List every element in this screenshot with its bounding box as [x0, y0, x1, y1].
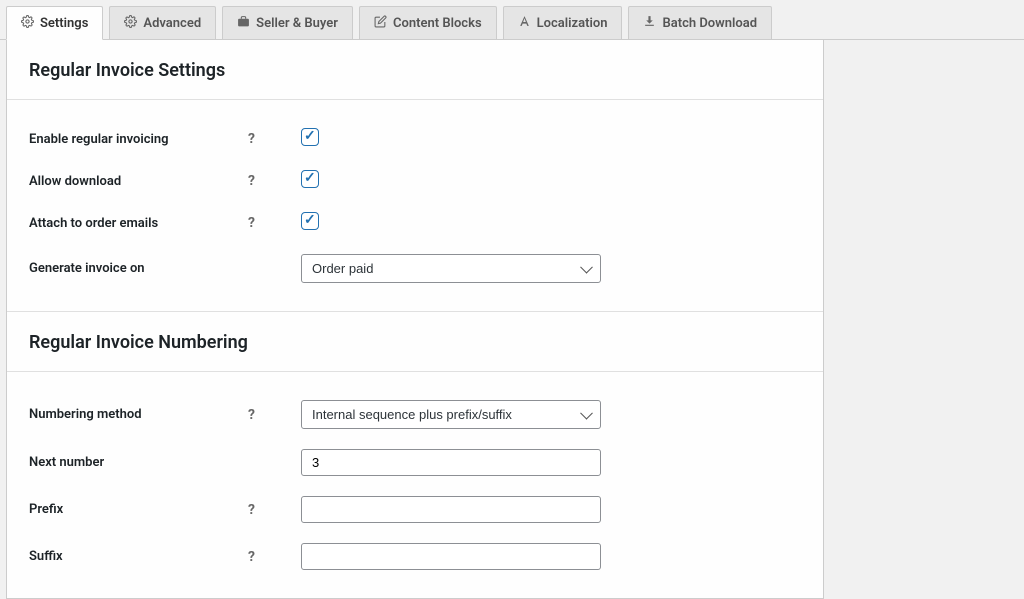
select-numbering-method[interactable]: Internal sequence plus prefix/suffix: [301, 400, 601, 429]
checkbox-enable-invoicing[interactable]: [301, 128, 319, 146]
label-enable-invoicing: Enable regular invoicing: [29, 132, 169, 147]
input-prefix[interactable]: [301, 496, 601, 523]
help-icon[interactable]: ?: [248, 502, 255, 518]
briefcase-icon: [237, 15, 250, 31]
label-next-number: Next number: [29, 455, 104, 470]
settings-content: Regular Invoice Settings Enable regular …: [6, 40, 824, 599]
tab-localization[interactable]: Localization: [503, 6, 623, 39]
tab-label: Seller & Buyer: [256, 16, 338, 31]
input-suffix[interactable]: [301, 543, 601, 570]
field-numbering-method: Numbering method ? Internal sequence plu…: [29, 390, 801, 439]
help-icon[interactable]: ?: [248, 407, 255, 423]
field-allow-download: Allow download ?: [29, 160, 801, 202]
tab-seller-buyer[interactable]: Seller & Buyer: [222, 6, 353, 39]
tab-label: Localization: [537, 16, 608, 31]
font-icon: [518, 15, 531, 31]
help-icon[interactable]: ?: [248, 131, 255, 147]
label-allow-download: Allow download: [29, 174, 121, 189]
section-title-invoice-settings: Regular Invoice Settings: [7, 40, 823, 100]
tab-bar: Settings Advanced Seller & Buyer Content…: [0, 0, 1024, 40]
field-prefix: Prefix ?: [29, 486, 801, 533]
label-numbering-method: Numbering method: [29, 407, 142, 422]
tab-settings[interactable]: Settings: [6, 6, 103, 40]
settings-icon: [124, 15, 137, 31]
label-attach-emails: Attach to order emails: [29, 216, 158, 231]
help-icon[interactable]: ?: [248, 173, 255, 189]
invoice-numbering-form: Numbering method ? Internal sequence plu…: [7, 372, 823, 598]
checkbox-attach-emails[interactable]: [301, 212, 319, 230]
tab-label: Settings: [40, 16, 88, 31]
download-icon: [643, 15, 656, 31]
section-title-invoice-numbering: Regular Invoice Numbering: [7, 312, 823, 372]
field-next-number: Next number: [29, 439, 801, 486]
field-enable-invoicing: Enable regular invoicing ?: [29, 118, 801, 160]
tab-label: Batch Download: [662, 16, 757, 31]
select-generate-on[interactable]: Order paid: [301, 254, 601, 283]
field-attach-emails: Attach to order emails ?: [29, 202, 801, 244]
help-icon[interactable]: ?: [248, 215, 255, 231]
label-generate-on: Generate invoice on: [29, 261, 145, 276]
field-generate-on: Generate invoice on Order paid: [29, 244, 801, 293]
tab-batch-download[interactable]: Batch Download: [628, 6, 772, 39]
tab-content-blocks[interactable]: Content Blocks: [359, 6, 497, 39]
checkbox-allow-download[interactable]: [301, 170, 319, 188]
tab-label: Advanced: [143, 16, 201, 31]
edit-icon: [374, 15, 387, 31]
input-next-number[interactable]: [301, 449, 601, 476]
label-suffix: Suffix: [29, 549, 63, 564]
label-prefix: Prefix: [29, 502, 63, 517]
field-suffix: Suffix ?: [29, 533, 801, 580]
tab-label: Content Blocks: [393, 16, 482, 31]
invoice-settings-form: Enable regular invoicing ? Allow downloa…: [7, 100, 823, 311]
settings-icon: [21, 15, 34, 31]
help-icon[interactable]: ?: [248, 549, 255, 565]
tab-advanced[interactable]: Advanced: [109, 6, 216, 39]
